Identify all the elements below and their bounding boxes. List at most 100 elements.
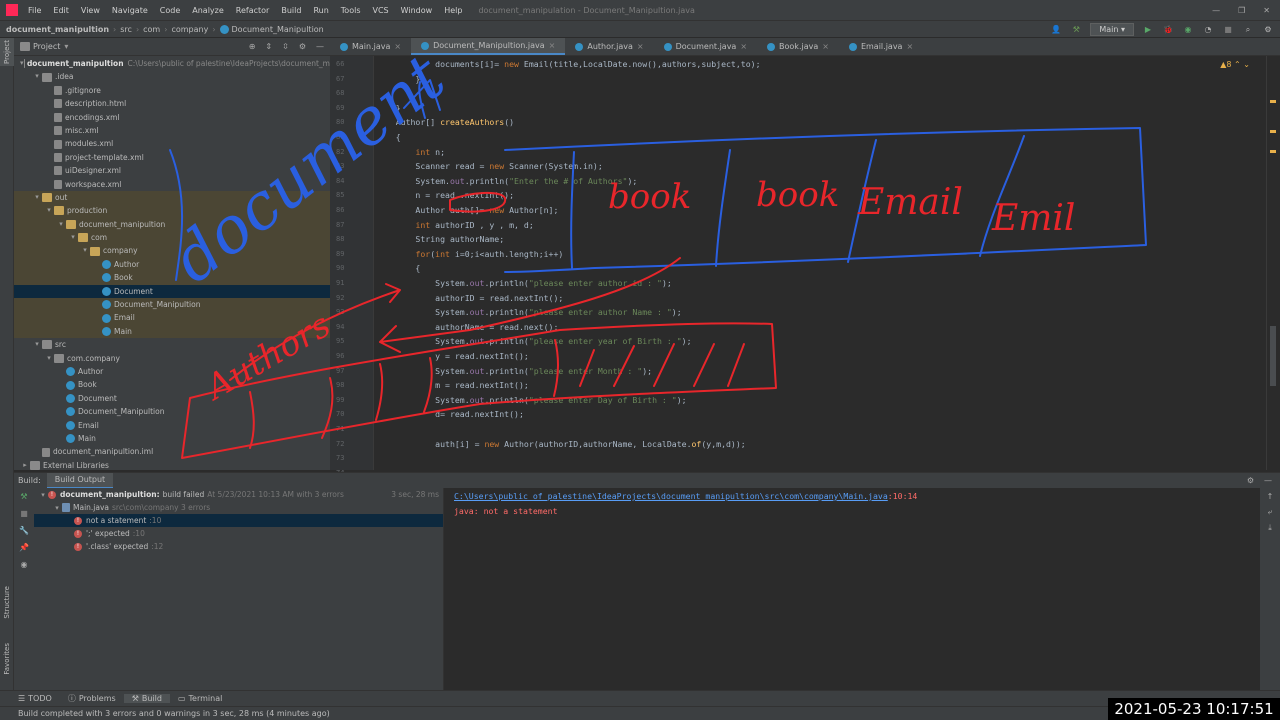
inspection-widget[interactable]: ▲8 ⌃ ⌄ <box>1220 60 1250 69</box>
stop-build-icon[interactable]: ■ <box>14 509 34 518</box>
chevron-down-icon[interactable]: ▾ <box>32 338 42 351</box>
tree-item[interactable]: Author <box>14 257 330 272</box>
tree-root[interactable]: ▾ document_manipultion C:\Users\public o… <box>14 57 330 70</box>
build-hammer-icon[interactable]: ⚒ <box>1070 24 1082 36</box>
chevron-down-icon[interactable]: ▾ <box>80 244 90 257</box>
breadcrumb-project[interactable]: document_manipultion <box>6 25 109 34</box>
favorites-tool-label[interactable]: Favorites <box>3 643 11 675</box>
menu-code[interactable]: Code <box>154 6 186 15</box>
code-editor[interactable]: ▲8 ⌃ ⌄ documents[i]= new Email(title,Loc… <box>374 56 1266 470</box>
tree-item[interactable]: ▾ com <box>14 231 330 245</box>
tab-book-java[interactable]: Book.java × <box>757 38 839 55</box>
tree-item[interactable]: Book <box>14 271 330 285</box>
settings-icon[interactable]: ⚙ <box>1247 476 1254 485</box>
tab-main-java[interactable]: Main.java × <box>330 38 411 55</box>
chevron-down-icon[interactable]: ▾ <box>56 218 66 231</box>
locate-icon[interactable]: ⊕ <box>249 42 256 51</box>
tree-item[interactable]: Document <box>14 392 330 405</box>
close-tab-icon[interactable]: × <box>394 42 401 51</box>
output-file-link[interactable]: C:\Users\public of palestine\IdeaProject… <box>454 491 888 501</box>
menu-navigate[interactable]: Navigate <box>106 6 154 15</box>
chevron-down-icon[interactable]: ▾ <box>44 204 54 217</box>
menu-view[interactable]: View <box>75 6 106 15</box>
soft-wrap-icon[interactable]: ⤶ <box>1260 507 1280 517</box>
tree-item[interactable]: Email <box>14 419 330 432</box>
close-icon[interactable]: ✕ <box>1263 6 1270 15</box>
tree-item[interactable]: ▾ production <box>14 204 330 218</box>
tab-author-java[interactable]: Author.java × <box>565 38 653 55</box>
tree-item[interactable]: ▾ document_manipultion <box>14 217 330 232</box>
tab-document-manipultion-java[interactable]: Document_Manipultion.java × <box>411 38 566 55</box>
tab-email-java[interactable]: Email.java × <box>839 38 923 55</box>
expand-all-icon[interactable]: ⇳ <box>282 42 289 51</box>
build-root-row[interactable]: ▾! document_manipultion: build failed At… <box>34 488 443 501</box>
menu-build[interactable]: Build <box>275 6 307 15</box>
tree-item[interactable]: Book <box>14 378 330 391</box>
tree-item[interactable]: ▾ out <box>14 190 330 205</box>
tree-item[interactable]: ▾ src <box>14 338 330 351</box>
hide-icon[interactable]: — <box>316 42 324 51</box>
chevron-right-icon[interactable]: ▸ <box>20 459 30 472</box>
breadcrumb-class[interactable]: Document_Manipultion <box>232 25 324 34</box>
menu-tools[interactable]: Tools <box>335 6 367 15</box>
tree-item[interactable]: .gitignore <box>14 84 330 97</box>
menu-run[interactable]: Run <box>307 6 334 15</box>
tree-item[interactable]: misc.xml <box>14 124 330 137</box>
chevron-down-icon[interactable]: ▾ <box>32 70 42 83</box>
add-user-icon[interactable]: 👤 <box>1050 24 1062 36</box>
project-panel-title[interactable]: Project <box>33 42 60 51</box>
breadcrumb-src[interactable]: src <box>120 25 132 34</box>
menu-window[interactable]: Window <box>395 6 439 15</box>
menu-help[interactable]: Help <box>438 6 468 15</box>
tree-item[interactable]: project-template.xml <box>14 151 330 164</box>
close-tab-icon[interactable]: × <box>637 42 644 51</box>
error-row[interactable]: ! ';' expected:10 <box>34 527 443 540</box>
close-tab-icon[interactable]: × <box>740 42 747 51</box>
tree-item[interactable]: encodings.xml <box>14 111 330 124</box>
structure-tool-label[interactable]: Structure <box>3 586 11 619</box>
tree-item[interactable]: Document_Manipultion <box>14 298 330 312</box>
tree-item[interactable]: ▾ company <box>14 244 330 258</box>
maximize-icon[interactable]: ❐ <box>1238 6 1245 15</box>
menu-vcs[interactable]: VCS <box>367 6 395 15</box>
tree-item[interactable]: Main <box>14 324 330 339</box>
editor-scrollbar[interactable] <box>1266 56 1280 470</box>
minimize-icon[interactable]: — <box>1212 6 1220 15</box>
debug-icon[interactable]: 🐞 <box>1162 24 1174 36</box>
pin-icon[interactable]: 📌 <box>14 543 34 552</box>
tree-item[interactable]: document_manipultion.iml <box>14 445 330 458</box>
close-tab-icon[interactable]: × <box>822 42 829 51</box>
error-row[interactable]: ! '.class' expected:12 <box>34 540 443 553</box>
build-file-row[interactable]: ▾ Main.java src\com\company 3 errors <box>34 501 443 514</box>
eye-icon[interactable]: ◉ <box>14 560 34 569</box>
tab-document-java[interactable]: Document.java × <box>654 38 757 55</box>
tree-item[interactable]: Document_Manipultion <box>14 405 330 418</box>
chevron-down-icon[interactable]: ▾ <box>68 231 78 244</box>
breadcrumb-com[interactable]: com <box>143 25 160 34</box>
tool-build[interactable]: ⚒ Build <box>123 694 170 703</box>
tree-item[interactable]: modules.xml <box>14 137 330 150</box>
tree-item[interactable]: ▸ External Libraries <box>14 459 330 472</box>
menu-analyze[interactable]: Analyze <box>186 6 230 15</box>
close-tab-icon[interactable]: × <box>906 42 913 51</box>
wrench-icon[interactable]: 🔧 <box>14 526 34 535</box>
tree-item[interactable]: Email <box>14 311 330 325</box>
gear-icon[interactable]: ⚙ <box>299 42 306 51</box>
tool-terminal[interactable]: ▭ Terminal <box>170 694 230 703</box>
tree-item[interactable]: description.html <box>14 97 330 110</box>
tree-item[interactable]: Document <box>14 284 330 299</box>
tab-build-output[interactable]: Build Output <box>46 472 114 489</box>
tree-item[interactable]: Main <box>14 432 330 445</box>
build-output-console[interactable]: C:\Users\public of palestine\IdeaProject… <box>445 488 1260 690</box>
rebuild-icon[interactable]: ⚒ <box>14 492 34 501</box>
tree-item[interactable]: workspace.xml <box>14 178 330 191</box>
menu-edit[interactable]: Edit <box>47 6 75 15</box>
coverage-icon[interactable]: ◉ <box>1182 24 1194 36</box>
tool-todo[interactable]: ☰ TODO <box>10 694 60 703</box>
profile-icon[interactable]: ◔ <box>1202 24 1214 36</box>
menu-refactor[interactable]: Refactor <box>230 6 276 15</box>
menu-file[interactable]: File <box>22 6 47 15</box>
stop-icon[interactable]: ■ <box>1222 24 1234 36</box>
search-icon[interactable]: ⌕ <box>1242 24 1254 36</box>
close-tab-icon[interactable]: × <box>549 41 556 50</box>
